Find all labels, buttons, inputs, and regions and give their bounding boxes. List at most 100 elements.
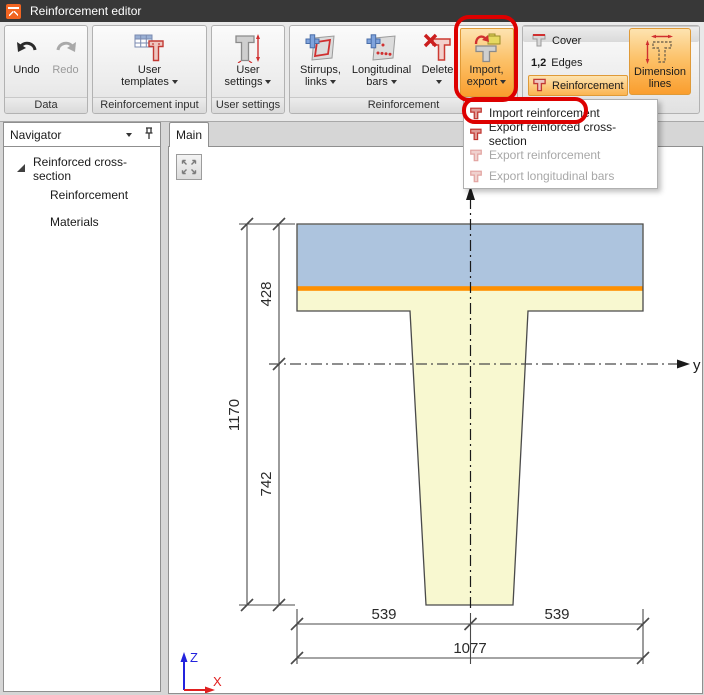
user-settings-button[interactable]: User settings [217,28,279,97]
undo-label: Undo [13,64,39,76]
dim-flange-depth: 428 [258,281,275,306]
y-axis-arrow-icon [677,360,690,369]
reinforcement-t-icon [469,106,483,120]
dimension-lines-button[interactable]: Dimension lines [629,28,691,95]
dimension-lines-icon [644,32,676,66]
stirrups-links-icon [305,32,337,64]
navigator-dropdown-icon[interactable] [126,133,132,137]
navigator-header[interactable]: Navigator [4,123,160,147]
reinforcement-t-icon [469,148,483,162]
cover-button[interactable]: Cover [528,31,628,51]
tree-expander-icon[interactable] [16,162,26,176]
dimension-lines-label-2: lines [649,78,672,90]
edges-button[interactable]: 1,2 Edges [528,53,628,73]
left-dimension-lines [239,218,295,611]
delete-button[interactable]: Delete [416,28,460,97]
reinforcement-editor-window: Reinforcement editor Undo [0,0,704,695]
menu-item-label: Export reinforcement [489,148,600,162]
import-export-icon [472,32,502,64]
ribbon-group-reinforcement-input: User templates Reinforcement input [92,25,207,114]
stirrups-label-2: links [305,76,336,88]
edges-label: Edges [551,57,582,69]
delete-caret [433,76,442,88]
user-settings-icon [233,32,263,64]
reinforcement-toggle-button[interactable]: Reinforcement [528,75,628,96]
user-settings-label-2: settings [225,76,272,88]
dropdown-caret-icon [330,80,336,84]
dropdown-caret-icon [500,80,506,84]
dim-total-width: 1077 [453,640,486,657]
window-title: Reinforcement editor [30,4,141,18]
dropdown-caret-icon [391,80,397,84]
menu-item-export-longitudinal-bars[interactable]: Export longitudinal bars [464,165,657,186]
x-axis-label: X [213,674,222,689]
menu-item-label: Export reinforced cross-section [489,120,651,148]
dropdown-caret-icon [172,80,178,84]
delete-label: Delete [422,64,454,76]
navigator-pin-icon[interactable] [144,127,154,143]
tree-item-reinforced-cross-section[interactable]: Reinforced cross-section [4,157,160,181]
tree-child-label: Materials [50,215,99,229]
menu-item-export-reinforced-cross-section[interactable]: Export reinforced cross-section [464,123,657,144]
tab-main-label: Main [176,128,202,142]
dimension-lines-label-1: Dimension [634,66,686,78]
app-logo-icon [6,4,21,19]
navigator-tree: Reinforced cross-section Reinforcement M… [4,147,160,235]
group-label-user-settings: User settings [212,97,284,113]
dim-total-height: 1170 [226,399,243,431]
coordinate-axes-icon: Z X [181,650,223,693]
stirrups-links-button[interactable]: Stirrups, links [294,28,348,97]
navigator-panel: Navigator Reinforced cross-section Reinf… [3,122,161,692]
zoom-extents-button[interactable] [176,154,202,180]
redo-icon [53,32,79,64]
cross-section-drawing: y 1170 428 742 [169,147,702,693]
tree-child-label: Reinforcement [50,188,128,202]
y-axis-label: y [693,357,701,374]
ribbon-group-user-settings: User settings User settings [211,25,285,114]
import-export-menu: Import reinforcement Export reinforced c… [463,99,658,189]
delete-icon [423,32,453,64]
dropdown-caret-icon [436,80,442,84]
user-templates-label-1: User [138,64,161,76]
longitudinal-label-2: bars [366,76,396,88]
longitudinal-bars-icon [366,32,398,64]
longitudinal-bars-button[interactable]: Longitudinal bars [348,28,416,97]
reinforcement-toggle-label: Reinforcement [552,80,624,92]
redo-button[interactable]: Redo [46,28,85,97]
user-templates-icon [134,32,166,64]
reinforcement-toggle-icon [532,77,547,95]
dim-half-left: 539 [371,606,396,623]
redo-label: Redo [52,64,78,76]
undo-button[interactable]: Undo [7,28,46,97]
dim-half-right: 539 [544,606,569,623]
user-templates-label-2: templates [121,76,178,88]
import-export-label-2: export [467,76,507,88]
stirrups-label-1: Stirrups, [300,64,341,76]
group-label-reinforcement-input: Reinforcement input [93,97,206,113]
zoom-extents-icon [180,158,198,176]
tab-main[interactable]: Main [169,122,209,147]
dim-web-height: 742 [258,471,275,496]
import-export-button[interactable]: Import, export [460,28,514,97]
cover-icon [531,32,547,51]
menu-item-label: Import reinforcement [489,106,600,120]
z-axis-label: Z [190,650,198,665]
cover-label: Cover [552,35,581,47]
reinforcement-t-icon [469,169,483,183]
ribbon-group-data: Undo Redo Data [4,25,88,114]
undo-icon [14,32,40,64]
longitudinal-label-1: Longitudinal [352,64,411,76]
menu-item-label: Export longitudinal bars [489,169,614,183]
title-bar: Reinforcement editor [0,0,704,22]
user-settings-label-1: User [236,64,259,76]
user-templates-button[interactable]: User templates [111,28,189,97]
group-label-data: Data [5,97,87,113]
navigator-title: Navigator [10,128,61,142]
import-export-label-1: Import, [469,64,503,76]
edges-badge-icon: 1,2 [531,57,546,69]
drawing-canvas[interactable]: y 1170 428 742 [168,146,703,694]
tree-item-reinforcement[interactable]: Reinforcement [4,181,160,208]
reinforcement-t-icon [469,127,483,141]
tree-item-materials[interactable]: Materials [4,208,160,235]
tree-root-label: Reinforced cross-section [33,155,160,183]
